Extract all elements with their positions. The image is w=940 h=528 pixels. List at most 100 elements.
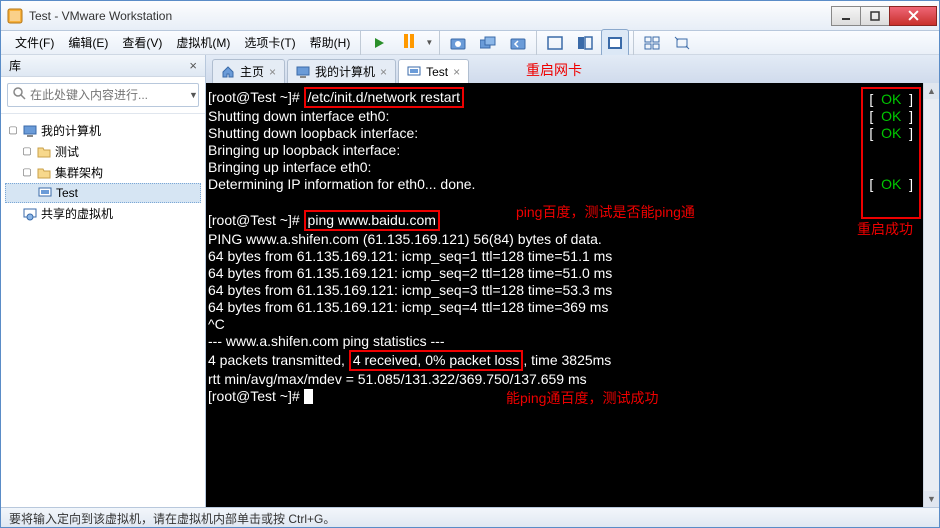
search-box[interactable]: ▼ xyxy=(7,83,199,107)
console-view-button[interactable] xyxy=(601,29,629,57)
fullscreen-button[interactable] xyxy=(541,29,569,57)
stretch-button[interactable] xyxy=(668,29,696,57)
menu-vm[interactable]: 虚拟机(M) xyxy=(170,32,236,53)
menu-view[interactable]: 查看(V) xyxy=(116,32,168,53)
vm-icon xyxy=(38,186,52,200)
terminal-line: rtt min/avg/max/mdev = 51.085/131.322/36… xyxy=(208,371,937,388)
tab-close-icon[interactable]: × xyxy=(269,65,276,79)
tree-label: 共享的虚拟机 xyxy=(41,205,113,222)
expand-icon[interactable]: ▢ xyxy=(21,146,33,157)
scroll-down-button[interactable]: ▼ xyxy=(924,491,939,507)
terminal-line: Bringing up interface eth0: xyxy=(208,159,937,176)
sidebar: 库 × ▼ ▢ 我的计算机 ▢ 测试 ▢ 集群架 xyxy=(1,55,206,507)
search-input[interactable] xyxy=(30,88,185,102)
menu-tabs[interactable]: 选项卡(T) xyxy=(238,32,301,53)
close-button[interactable] xyxy=(889,6,937,26)
tab-test[interactable]: Test × xyxy=(398,59,469,83)
separator xyxy=(536,31,537,55)
search-icon xyxy=(12,86,26,105)
shared-icon xyxy=(23,207,37,221)
window-controls xyxy=(832,6,937,26)
thumbnail-button[interactable] xyxy=(638,29,666,57)
terminal-line: Shutting down loopback interface: xyxy=(208,125,937,142)
statusbar: 要将输入定向到该虚拟机，请在虚拟机内部单击或按 Ctrl+G。 xyxy=(1,507,939,527)
terminal-line: 64 bytes from 61.135.169.121: icmp_seq=1… xyxy=(208,248,937,265)
status-ok-block: [ OK ] [ OK ] [ OK ] [ OK ] xyxy=(861,87,921,219)
status-text: 要将输入定向到该虚拟机，请在虚拟机内部单击或按 Ctrl+G。 xyxy=(9,512,335,526)
tree-label: 集群架构 xyxy=(55,164,103,181)
revert-button[interactable] xyxy=(504,29,532,57)
annotation-restart-ok: 重启成功 xyxy=(857,221,913,238)
separator xyxy=(439,31,440,55)
highlighted-command: ping www.baidu.com xyxy=(304,210,440,231)
terminal-line: 64 bytes from 61.135.169.121: icmp_seq=4… xyxy=(208,299,937,316)
tree-vm-test[interactable]: Test xyxy=(5,183,201,203)
power-dropdown[interactable]: ▼ xyxy=(425,38,435,47)
unity-button[interactable] xyxy=(571,29,599,57)
tree-folder-test[interactable]: ▢ 测试 xyxy=(5,141,201,162)
tree-folder-cluster[interactable]: ▢ 集群架构 xyxy=(5,162,201,183)
terminal-line: Determining IP information for eth0... d… xyxy=(208,176,937,193)
power-on-button[interactable] xyxy=(365,29,393,57)
annotation-ping-test: ping百度，测试是否能ping通 xyxy=(516,204,695,221)
terminal-line: PING www.a.shifen.com (61.135.169.121) 5… xyxy=(208,231,937,248)
scroll-up-button[interactable]: ▲ xyxy=(924,83,939,99)
titlebar: Test - VMware Workstation xyxy=(1,1,939,31)
tree-shared-vms[interactable]: 共享的虚拟机 xyxy=(5,203,201,224)
main-area: 库 × ▼ ▢ 我的计算机 ▢ 测试 ▢ 集群架 xyxy=(1,55,939,507)
tab-close-icon[interactable]: × xyxy=(380,65,387,79)
menubar: 文件(F) 编辑(E) 查看(V) 虚拟机(M) 选项卡(T) 帮助(H) ▼ xyxy=(1,31,939,55)
terminal[interactable]: [root@Test ~]# /etc/init.d/network resta… xyxy=(206,83,939,507)
home-icon xyxy=(221,65,235,79)
content-area: 主页 × 我的计算机 × Test × [root@Test ~]# /etc/… xyxy=(206,55,939,507)
terminal-line: 64 bytes from 61.135.169.121: icmp_seq=2… xyxy=(208,265,937,282)
terminal-line: --- www.a.shifen.com ping statistics --- xyxy=(208,333,937,350)
tree-label: 我的计算机 xyxy=(41,122,101,139)
collapse-icon[interactable]: ▢ xyxy=(7,125,19,136)
highlighted-command: /etc/init.d/network restart xyxy=(304,87,465,108)
terminal-line: 64 bytes from 61.135.169.121: icmp_seq=3… xyxy=(208,282,937,299)
vertical-scrollbar[interactable]: ▲ ▼ xyxy=(923,83,939,507)
cursor xyxy=(304,389,313,404)
search-dropdown[interactable]: ▼ xyxy=(189,90,198,100)
sidebar-close-button[interactable]: × xyxy=(189,58,197,73)
expand-icon[interactable]: ▢ xyxy=(21,167,33,178)
menu-edit[interactable]: 编辑(E) xyxy=(62,32,114,53)
snapshot-manager-button[interactable] xyxy=(474,29,502,57)
pause-button[interactable] xyxy=(395,29,423,57)
menu-help[interactable]: 帮助(H) xyxy=(304,32,357,53)
tree-label: Test xyxy=(56,186,78,200)
library-tree: ▢ 我的计算机 ▢ 测试 ▢ 集群架构 Test 共享的虚拟机 xyxy=(1,114,205,230)
terminal-line: ^C xyxy=(208,316,937,333)
tab-close-icon[interactable]: × xyxy=(453,65,460,79)
sidebar-title: 库 xyxy=(9,57,21,74)
highlighted-result: 4 received, 0% packet loss xyxy=(349,350,524,371)
annotation-ping-ok: 能ping通百度，测试成功 xyxy=(506,390,658,407)
separator xyxy=(360,31,361,55)
tab-mycomputer[interactable]: 我的计算机 × xyxy=(287,59,396,83)
scroll-thumb[interactable] xyxy=(926,101,938,489)
tab-label: 主页 xyxy=(240,63,264,80)
computer-icon xyxy=(23,124,37,138)
tree-my-computer[interactable]: ▢ 我的计算机 xyxy=(5,120,201,141)
minimize-button[interactable] xyxy=(831,6,861,26)
menu-file[interactable]: 文件(F) xyxy=(9,32,60,53)
annotation-restart-nic: 重启网卡 xyxy=(526,60,582,80)
tab-home[interactable]: 主页 × xyxy=(212,59,285,83)
terminal-line: 4 packets transmitted, 4 received, 0% pa… xyxy=(208,350,937,371)
tree-label: 测试 xyxy=(55,143,79,160)
folder-icon xyxy=(37,166,51,180)
snapshot-button[interactable] xyxy=(444,29,472,57)
terminal-line: Shutting down interface eth0: xyxy=(208,108,937,125)
app-icon xyxy=(7,8,23,24)
vm-icon xyxy=(407,65,421,79)
terminal-line: [root@Test ~]# /etc/init.d/network resta… xyxy=(208,87,937,108)
folder-icon xyxy=(37,145,51,159)
tab-label: Test xyxy=(426,65,448,79)
computer-icon xyxy=(296,65,310,79)
separator xyxy=(633,31,634,55)
maximize-button[interactable] xyxy=(860,6,890,26)
terminal-line: Bringing up loopback interface: xyxy=(208,142,937,159)
window-title: Test - VMware Workstation xyxy=(29,9,172,23)
tab-label: 我的计算机 xyxy=(315,63,375,80)
